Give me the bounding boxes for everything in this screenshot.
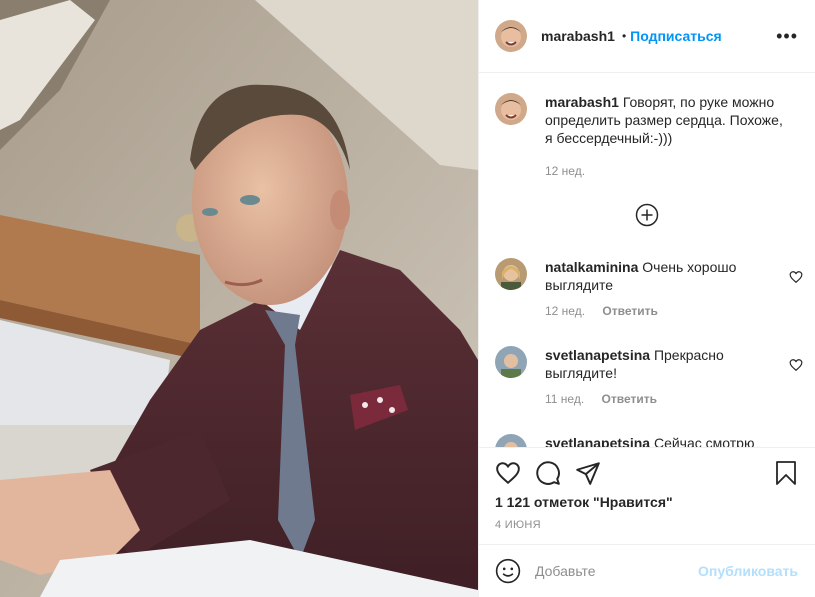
like-heart-icon[interactable] (495, 460, 521, 486)
comment-time[interactable]: 12 нед. (545, 304, 585, 318)
separator-dot: • (621, 29, 627, 43)
post-date[interactable]: 4 ИЮНЯ (495, 519, 541, 531)
post-photo-image (0, 0, 478, 597)
comments-list[interactable]: marabash1 Говорят, по руке можно определ… (479, 73, 815, 447)
action-icons (495, 460, 601, 486)
comment-item: natalkaminina Очень хорошо выглядите 12 … (495, 258, 803, 318)
commenter-username[interactable]: natalkaminina (545, 259, 638, 275)
commenter-username[interactable]: svetlanapetsina (545, 347, 650, 363)
emoji-smiley-icon[interactable] (495, 558, 521, 584)
comment-item: svetlanapetsina Сейчас смотрю (495, 434, 795, 447)
post-header: marabash1 • Подписаться ••• (479, 0, 815, 73)
more-options-icon[interactable]: ••• (776, 26, 798, 46)
commenter-avatar[interactable] (495, 346, 527, 378)
comment-like-heart-icon[interactable] (789, 358, 803, 372)
commenter-avatar[interactable] (495, 258, 527, 290)
instagram-post: marabash1 • Подписаться ••• marabash1 Го… (0, 0, 815, 597)
add-comment-bar: Опубликовать (479, 544, 815, 597)
comment-body: Сейчас смотрю (650, 435, 755, 447)
comment-meta: 12 нед. Ответить (545, 304, 795, 318)
load-more-comments-icon[interactable] (635, 203, 659, 227)
caption-avatar[interactable] (495, 93, 527, 125)
caption-time[interactable]: 12 нед. (545, 164, 585, 178)
post-photo[interactable] (0, 0, 478, 597)
comment-bubble-icon[interactable] (535, 460, 561, 486)
post-side-panel: marabash1 • Подписаться ••• marabash1 Го… (478, 0, 815, 597)
comment-text: svetlanapetsina Сейчас смотрю (545, 434, 755, 447)
post-actions: 1 121 отметок "Нравится" 4 ИЮНЯ (479, 447, 815, 544)
commenter-avatar[interactable] (495, 434, 527, 447)
author-avatar[interactable] (495, 20, 527, 52)
comment-text: natalkaminina Очень хорошо выглядите (545, 258, 755, 294)
comment-time[interactable]: 11 нед. (545, 392, 584, 406)
commenter-username[interactable]: svetlanapetsina (545, 435, 650, 447)
follow-button[interactable]: Подписаться (630, 28, 722, 44)
post-caption: marabash1 Говорят, по руке можно определ… (495, 93, 795, 178)
publish-button[interactable]: Опубликовать (698, 563, 798, 579)
reply-button[interactable]: Ответить (602, 304, 657, 318)
author-username[interactable]: marabash1 (541, 28, 615, 44)
caption-username[interactable]: marabash1 (545, 94, 619, 110)
comment-item: svetlanapetsina Прекрасно выглядите! 11 … (495, 346, 803, 406)
reply-button[interactable]: Ответить (602, 392, 657, 406)
comment-input[interactable] (535, 563, 695, 579)
comment-meta: 11 нед. Ответить (545, 392, 795, 406)
likes-count[interactable]: 1 121 отметок "Нравится" (495, 494, 673, 510)
comment-text: svetlanapetsina Прекрасно выглядите! (545, 346, 755, 382)
caption-text: marabash1 Говорят, по руке можно определ… (545, 93, 790, 147)
share-paper-plane-icon[interactable] (575, 460, 601, 486)
save-bookmark-icon[interactable] (774, 460, 798, 486)
comment-like-heart-icon[interactable] (789, 270, 803, 284)
